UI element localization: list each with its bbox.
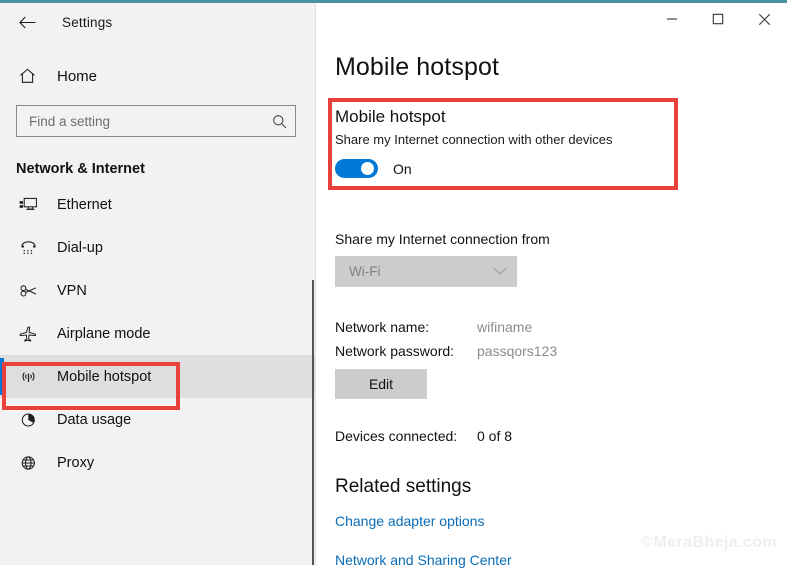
network-password-label: Network password:: [335, 343, 455, 359]
sidebar-item-label: VPN: [57, 282, 87, 299]
sidebar-item-label: Mobile hotspot: [57, 368, 152, 385]
search-input[interactable]: [29, 113, 272, 129]
sidebar-section-title: Network & Internet: [16, 161, 145, 177]
dialup-phone-icon: [16, 240, 40, 256]
network-password-value: passqors123: [477, 343, 558, 359]
app-title: Settings: [62, 14, 113, 30]
sidebar-item-data-usage[interactable]: Data usage: [0, 398, 316, 441]
toggle-knob: [361, 162, 374, 175]
hotspot-toggle-state-label: On: [393, 160, 412, 177]
network-name-value: wifiname: [477, 319, 533, 335]
sidebar-item-home[interactable]: Home: [0, 59, 316, 93]
related-settings-title: Related settings: [335, 476, 472, 497]
sidebar-item-vpn[interactable]: VPN: [0, 269, 316, 312]
home-icon: [16, 68, 38, 84]
link-network-and-sharing-center[interactable]: Network and Sharing Center: [335, 552, 512, 568]
network-name-row: Network name: wifiname: [335, 319, 532, 335]
mobile-hotspot-section: Mobile hotspot Share my Internet connect…: [335, 107, 675, 178]
hotspot-signal-icon: [16, 369, 40, 385]
sidebar-item-label: Dial-up: [57, 239, 103, 256]
settings-window: Settings Home Networ: [0, 0, 787, 568]
edit-button[interactable]: Edit: [335, 369, 427, 399]
sidebar-scrollbar[interactable]: [312, 280, 314, 565]
close-icon[interactable]: [741, 3, 787, 35]
link-change-adapter-options[interactable]: Change adapter options: [335, 513, 484, 529]
watermark: ©MeraBheja.com: [641, 534, 777, 551]
sidebar-nav-list: Ethernet Dial-up VPN Airplane mode Mobil…: [0, 183, 316, 565]
chevron-down-icon: [493, 267, 507, 276]
minimize-icon[interactable]: [649, 3, 695, 35]
devices-connected-value: 0 of 8: [477, 428, 513, 444]
sidebar-item-label: Proxy: [57, 454, 95, 471]
hotspot-toggle-row: On: [335, 159, 675, 178]
share-connection-value: Wi-Fi: [349, 264, 381, 279]
devices-connected-row: Devices connected: 0 of 8: [335, 428, 512, 444]
share-connection-dropdown[interactable]: Wi-Fi: [335, 256, 517, 287]
pie-chart-icon: [16, 412, 40, 428]
network-password-row: Network password: passqors123: [335, 343, 557, 359]
sidebar-item-mobile-hotspot[interactable]: Mobile hotspot: [0, 355, 316, 398]
sidebar-item-label: Ethernet: [57, 196, 112, 213]
hotspot-toggle-switch[interactable]: [335, 159, 378, 178]
hotspot-section-title: Mobile hotspot: [335, 107, 446, 126]
main-content: Mobile hotspot Mobile hotspot Share my I…: [316, 3, 787, 568]
sidebar-item-label: Data usage: [57, 411, 132, 428]
devices-connected-label: Devices connected:: [335, 428, 458, 444]
search-box[interactable]: [16, 105, 296, 137]
sidebar-item-dial-up[interactable]: Dial-up: [0, 226, 316, 269]
window-controls: [649, 3, 787, 35]
ethernet-icon: [16, 197, 40, 213]
sidebar-titlebar: Settings: [0, 3, 316, 41]
window-body: Settings Home Networ: [0, 3, 787, 568]
sidebar-item-ethernet[interactable]: Ethernet: [0, 183, 316, 226]
maximize-icon[interactable]: [695, 3, 741, 35]
sidebar-item-proxy[interactable]: Proxy: [0, 441, 316, 484]
search-icon[interactable]: [272, 114, 287, 129]
network-name-label: Network name:: [335, 319, 430, 335]
sidebar: Settings Home Networ: [0, 3, 316, 565]
globe-icon: [16, 455, 40, 471]
sidebar-item-airplane-mode[interactable]: Airplane mode: [0, 312, 316, 355]
share-connection-label: Share my Internet connection from: [335, 231, 550, 247]
back-arrow-icon[interactable]: [14, 9, 40, 35]
page-title: Mobile hotspot: [335, 53, 499, 81]
vpn-key-icon: [16, 283, 40, 299]
airplane-icon: [16, 326, 40, 342]
hotspot-section-subtitle: Share my Internet connection with other …: [335, 132, 613, 147]
sidebar-item-label: Airplane mode: [57, 325, 151, 342]
home-label: Home: [57, 67, 98, 85]
